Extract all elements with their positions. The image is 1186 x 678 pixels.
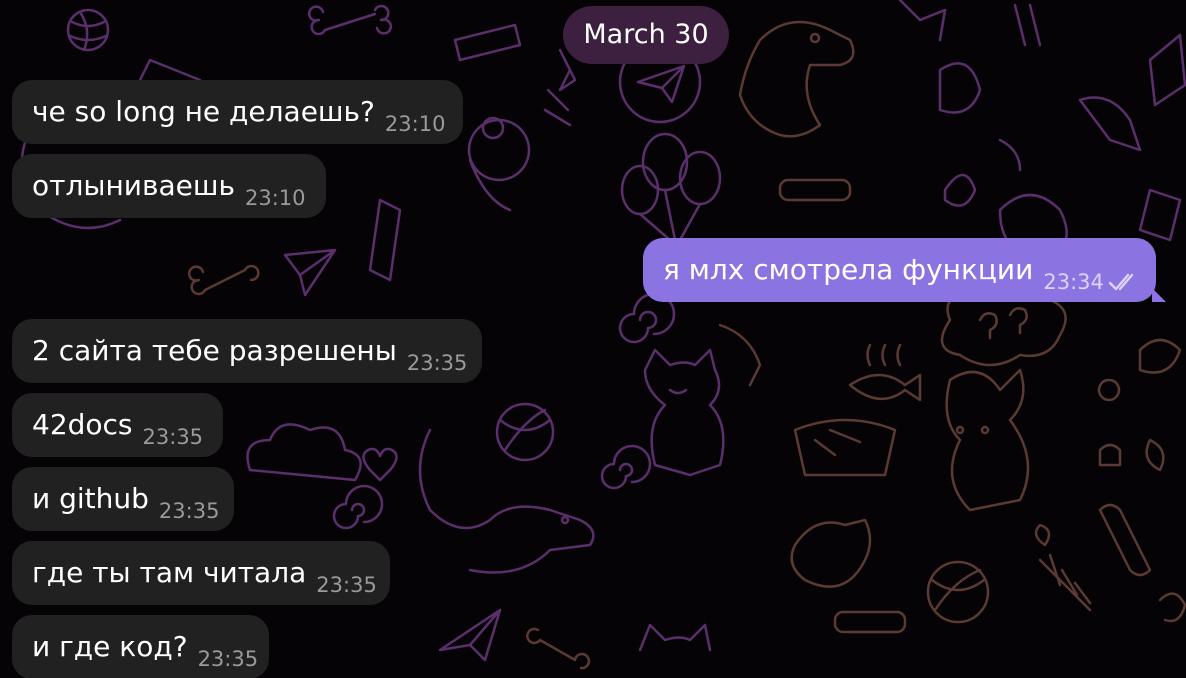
message-bubble-incoming[interactable]: где ты там читала 23:35 (12, 541, 390, 605)
message-time: 23:35 (197, 647, 259, 671)
message-bubble-incoming[interactable]: отлыниваешь 23:10 (12, 154, 326, 218)
paper-plane-doodle (283, 248, 337, 297)
message-text: отлыниваешь (32, 169, 235, 202)
message-time: 23:35 (406, 351, 468, 375)
message-text: и github (32, 482, 149, 515)
message-time: 23:10 (384, 112, 446, 136)
message-text: 42docs (32, 408, 133, 441)
message-time: 23:35 (316, 573, 377, 597)
bone-doodle (308, 4, 392, 36)
date-separator: March 30 (563, 6, 729, 64)
ball-doodle (495, 402, 555, 462)
message-time: 23:35 (142, 425, 204, 449)
message-text: 2 сайта тебе разрешены (32, 334, 397, 367)
message-bubble-incoming[interactable]: и github 23:35 (12, 467, 234, 531)
message-bubble-incoming[interactable]: че so long не делаешь? 23:10 (12, 80, 463, 144)
message-text: где ты там читала (32, 556, 307, 589)
fish-doodle (848, 373, 922, 402)
message-time: 23:35 (158, 499, 220, 523)
message-time: 23:10 (244, 186, 306, 210)
collar-doodle (778, 178, 852, 202)
message-bubble-outgoing[interactable]: я млх смотрела функции 23:34 (643, 238, 1166, 302)
message-bubble-incoming[interactable]: 2 сайта тебе разрешены 23:35 (12, 319, 482, 383)
dog-doodle (738, 20, 855, 138)
cat-doodle (643, 348, 725, 477)
message-time: 23:34 (1043, 270, 1104, 294)
heart-doodle (362, 447, 398, 482)
message-text: че so long не делаешь? (32, 95, 375, 128)
message-text: и где код? (32, 630, 188, 663)
message-text: я млх смотрела функции (663, 253, 1034, 286)
fox-doodle (418, 428, 595, 574)
bowl-doodle (793, 418, 897, 477)
double-check-icon (1108, 273, 1134, 291)
message-bubble-incoming[interactable]: 42docs 23:35 (12, 393, 223, 457)
cloud-doodle (246, 423, 362, 482)
message-bubble-incoming[interactable]: и где код? 23:35 (12, 615, 269, 678)
chat-view[interactable]: March 30 че so long не делаешь? 23:10 отл… (0, 0, 1186, 678)
